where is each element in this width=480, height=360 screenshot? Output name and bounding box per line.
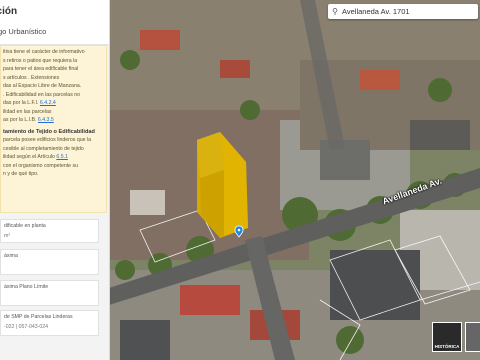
adjacent-parcels-card: de SMP de Parcelas Linderas -022 | 057-0… bbox=[0, 310, 99, 336]
article-link-651[interactable]: 6.5.1 bbox=[56, 154, 68, 160]
notice-ref2-prefix: ilidad en las parcelas bbox=[3, 108, 52, 115]
buildable-area-label: dificable en planta bbox=[4, 223, 46, 229]
notice-line-ref1: das por la L.F.I. 6.4.2.4 bbox=[3, 99, 104, 108]
search-icon: ⚲ bbox=[332, 7, 338, 16]
adjacent-parcels-label: de SMP de Parcelas Linderas bbox=[4, 314, 73, 320]
informative-notice: itiva tiene el carácter de informativo s… bbox=[0, 45, 107, 213]
section-line: n y de qué tipo. bbox=[3, 171, 39, 177]
article-link-6435[interactable]: 6.4.3.5 bbox=[38, 117, 54, 123]
section-line-prefix: ilidad según el Artículo bbox=[3, 154, 55, 160]
section-line: cesible al completamiento de tejido bbox=[3, 145, 84, 152]
notice-ref3-prefix: as por la L.I.B. bbox=[3, 117, 37, 123]
layer-toggle-secondary[interactable] bbox=[465, 322, 480, 352]
buildable-area-value: m² bbox=[4, 233, 11, 239]
historic-layer-toggle[interactable]: HISTÓRICA bbox=[432, 322, 462, 352]
notice-line: s artículos . Extensiones bbox=[3, 74, 60, 81]
section-line: con el organismo competente su bbox=[3, 162, 78, 169]
max-height-limit-card: áxima Plano Límite bbox=[0, 280, 99, 306]
info-sidebar: ación go Urbanístico itiva tiene el cará… bbox=[0, 0, 110, 360]
notice-line: para tener el área edificable final bbox=[3, 66, 79, 72]
notice-line: das al Espacio Libre de Manzana. bbox=[3, 83, 82, 89]
search-value: Avellaneda Av. 1701 bbox=[342, 7, 410, 16]
historic-layer-label: HISTÓRICA bbox=[434, 344, 460, 349]
section-heading: tamiento de Tejido o Edificabilidad bbox=[3, 128, 95, 135]
notice-line: s retiros o patios que requiera la bbox=[3, 57, 78, 64]
sidebar-subtitle: go Urbanístico bbox=[0, 27, 47, 36]
notice-line-ref3: as por la L.I.B. 6.4.3.5 bbox=[3, 116, 104, 125]
adjacent-parcels-value: -022 | 057-043-024 bbox=[4, 324, 49, 330]
buildable-area-card: dificable en planta m² bbox=[0, 219, 99, 243]
section-line-ref: ilidad según el Artículo 6.5.1 bbox=[3, 153, 104, 162]
section-line: parcela posee edificios linderos que la bbox=[3, 137, 91, 143]
sidebar-header: ación go Urbanístico bbox=[0, 0, 109, 45]
max-height-limit-label: áxima Plano Límite bbox=[4, 284, 49, 290]
sidebar-title: ación bbox=[0, 6, 18, 17]
notice-ref1-prefix: das por la L.F.I. bbox=[3, 100, 39, 106]
max-height-label: áxima bbox=[4, 253, 18, 259]
notice-line: . Edificabilidad en las parcelas no bbox=[3, 91, 80, 98]
address-search-input[interactable]: ⚲ Avellaneda Av. 1701 bbox=[328, 4, 478, 19]
notice-line-ref2: ilidad en las parcelas bbox=[3, 108, 104, 117]
article-link-6424[interactable]: 6.4.2.4 bbox=[40, 100, 56, 106]
max-height-card: áxima bbox=[0, 249, 99, 275]
notice-line: itiva tiene el carácter de informativo bbox=[3, 49, 85, 55]
